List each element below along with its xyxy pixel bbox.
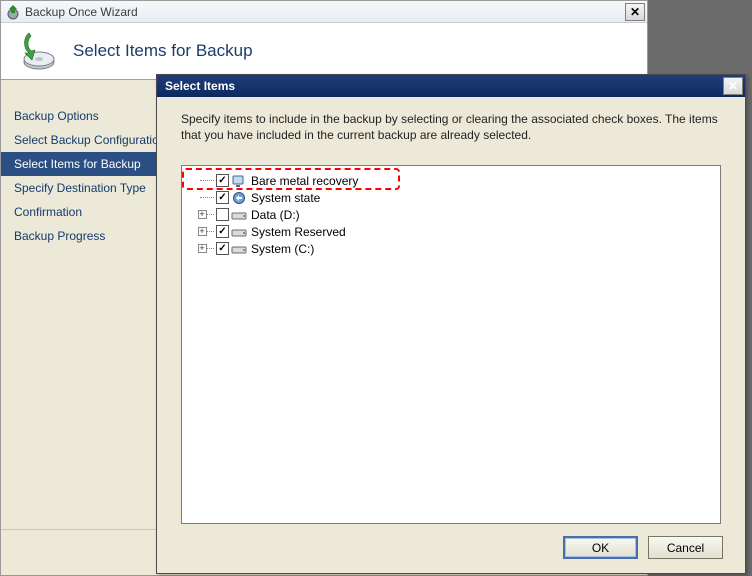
sidebar-item-specify-destination-type[interactable]: Specify Destination Type <box>1 176 156 200</box>
checkbox-bare-metal-recovery[interactable] <box>216 174 229 187</box>
ok-button[interactable]: OK <box>563 536 638 559</box>
checkbox-system-reserved[interactable] <box>216 225 229 238</box>
select-items-dialog: Select Items ✕ Specify items to include … <box>156 74 746 574</box>
checkbox-system-c[interactable] <box>216 242 229 255</box>
backup-header-icon <box>15 30 57 72</box>
sidebar-item-backup-options[interactable]: Backup Options <box>1 104 156 128</box>
tree-item-label: System (C:) <box>249 242 314 256</box>
drive-icon <box>231 225 247 239</box>
drive-icon <box>231 208 247 222</box>
tree-connector: + <box>190 206 214 223</box>
tree-connector <box>190 172 214 189</box>
wizard-close-button[interactable]: ✕ <box>625 3 645 21</box>
tree-item-bare-metal-recovery[interactable]: Bare metal recovery <box>186 172 716 189</box>
wizard-titlebar: Backup Once Wizard ✕ <box>1 1 647 23</box>
tree-item-system-c[interactable]: + System (C:) <box>186 240 716 257</box>
checkbox-system-state[interactable] <box>216 191 229 204</box>
items-tree[interactable]: Bare metal recovery System state + <box>181 165 721 524</box>
sidebar-item-select-items-for-backup[interactable]: Select Items for Backup <box>1 152 156 176</box>
dialog-close-button[interactable]: ✕ <box>723 77 743 95</box>
sidebar-item-select-backup-configuration[interactable]: Select Backup Configuration <box>1 128 156 152</box>
tree-item-label: System state <box>249 191 320 205</box>
dialog-body: Specify items to include in the backup b… <box>157 97 745 524</box>
tree-item-data-d[interactable]: + Data (D:) <box>186 206 716 223</box>
sidebar-item-backup-progress[interactable]: Backup Progress <box>1 224 156 248</box>
expand-button-system-reserved[interactable]: + <box>198 227 207 236</box>
wizard-header: Select Items for Backup <box>1 23 647 80</box>
wizard-title: Backup Once Wizard <box>25 5 625 19</box>
dialog-title: Select Items <box>165 79 723 93</box>
drive-icon <box>231 242 247 256</box>
app-icon <box>5 4 21 20</box>
expand-button-system-c[interactable]: + <box>198 244 207 253</box>
dialog-instructions: Specify items to include in the backup b… <box>181 111 721 143</box>
dialog-titlebar: Select Items ✕ <box>157 75 745 97</box>
expand-button-data-d[interactable]: + <box>198 210 207 219</box>
tree-connector: + <box>190 240 214 257</box>
cancel-button[interactable]: Cancel <box>648 536 723 559</box>
system-state-icon <box>231 191 247 205</box>
sidebar-item-confirmation[interactable]: Confirmation <box>1 200 156 224</box>
tree-connector <box>190 189 214 206</box>
tree-item-system-state[interactable]: System state <box>186 189 716 206</box>
tree-item-label: System Reserved <box>249 225 346 239</box>
tree-item-system-reserved[interactable]: + System Reserved <box>186 223 716 240</box>
checkbox-data-d[interactable] <box>216 208 229 221</box>
bmr-icon <box>231 174 247 188</box>
dialog-footer: OK Cancel <box>157 524 745 573</box>
wizard-header-title: Select Items for Backup <box>73 41 253 61</box>
tree-connector: + <box>190 223 214 240</box>
tree-item-label: Bare metal recovery <box>249 174 358 188</box>
tree-item-label: Data (D:) <box>249 208 300 222</box>
wizard-sidebar: Backup Options Select Backup Configurati… <box>1 80 157 529</box>
